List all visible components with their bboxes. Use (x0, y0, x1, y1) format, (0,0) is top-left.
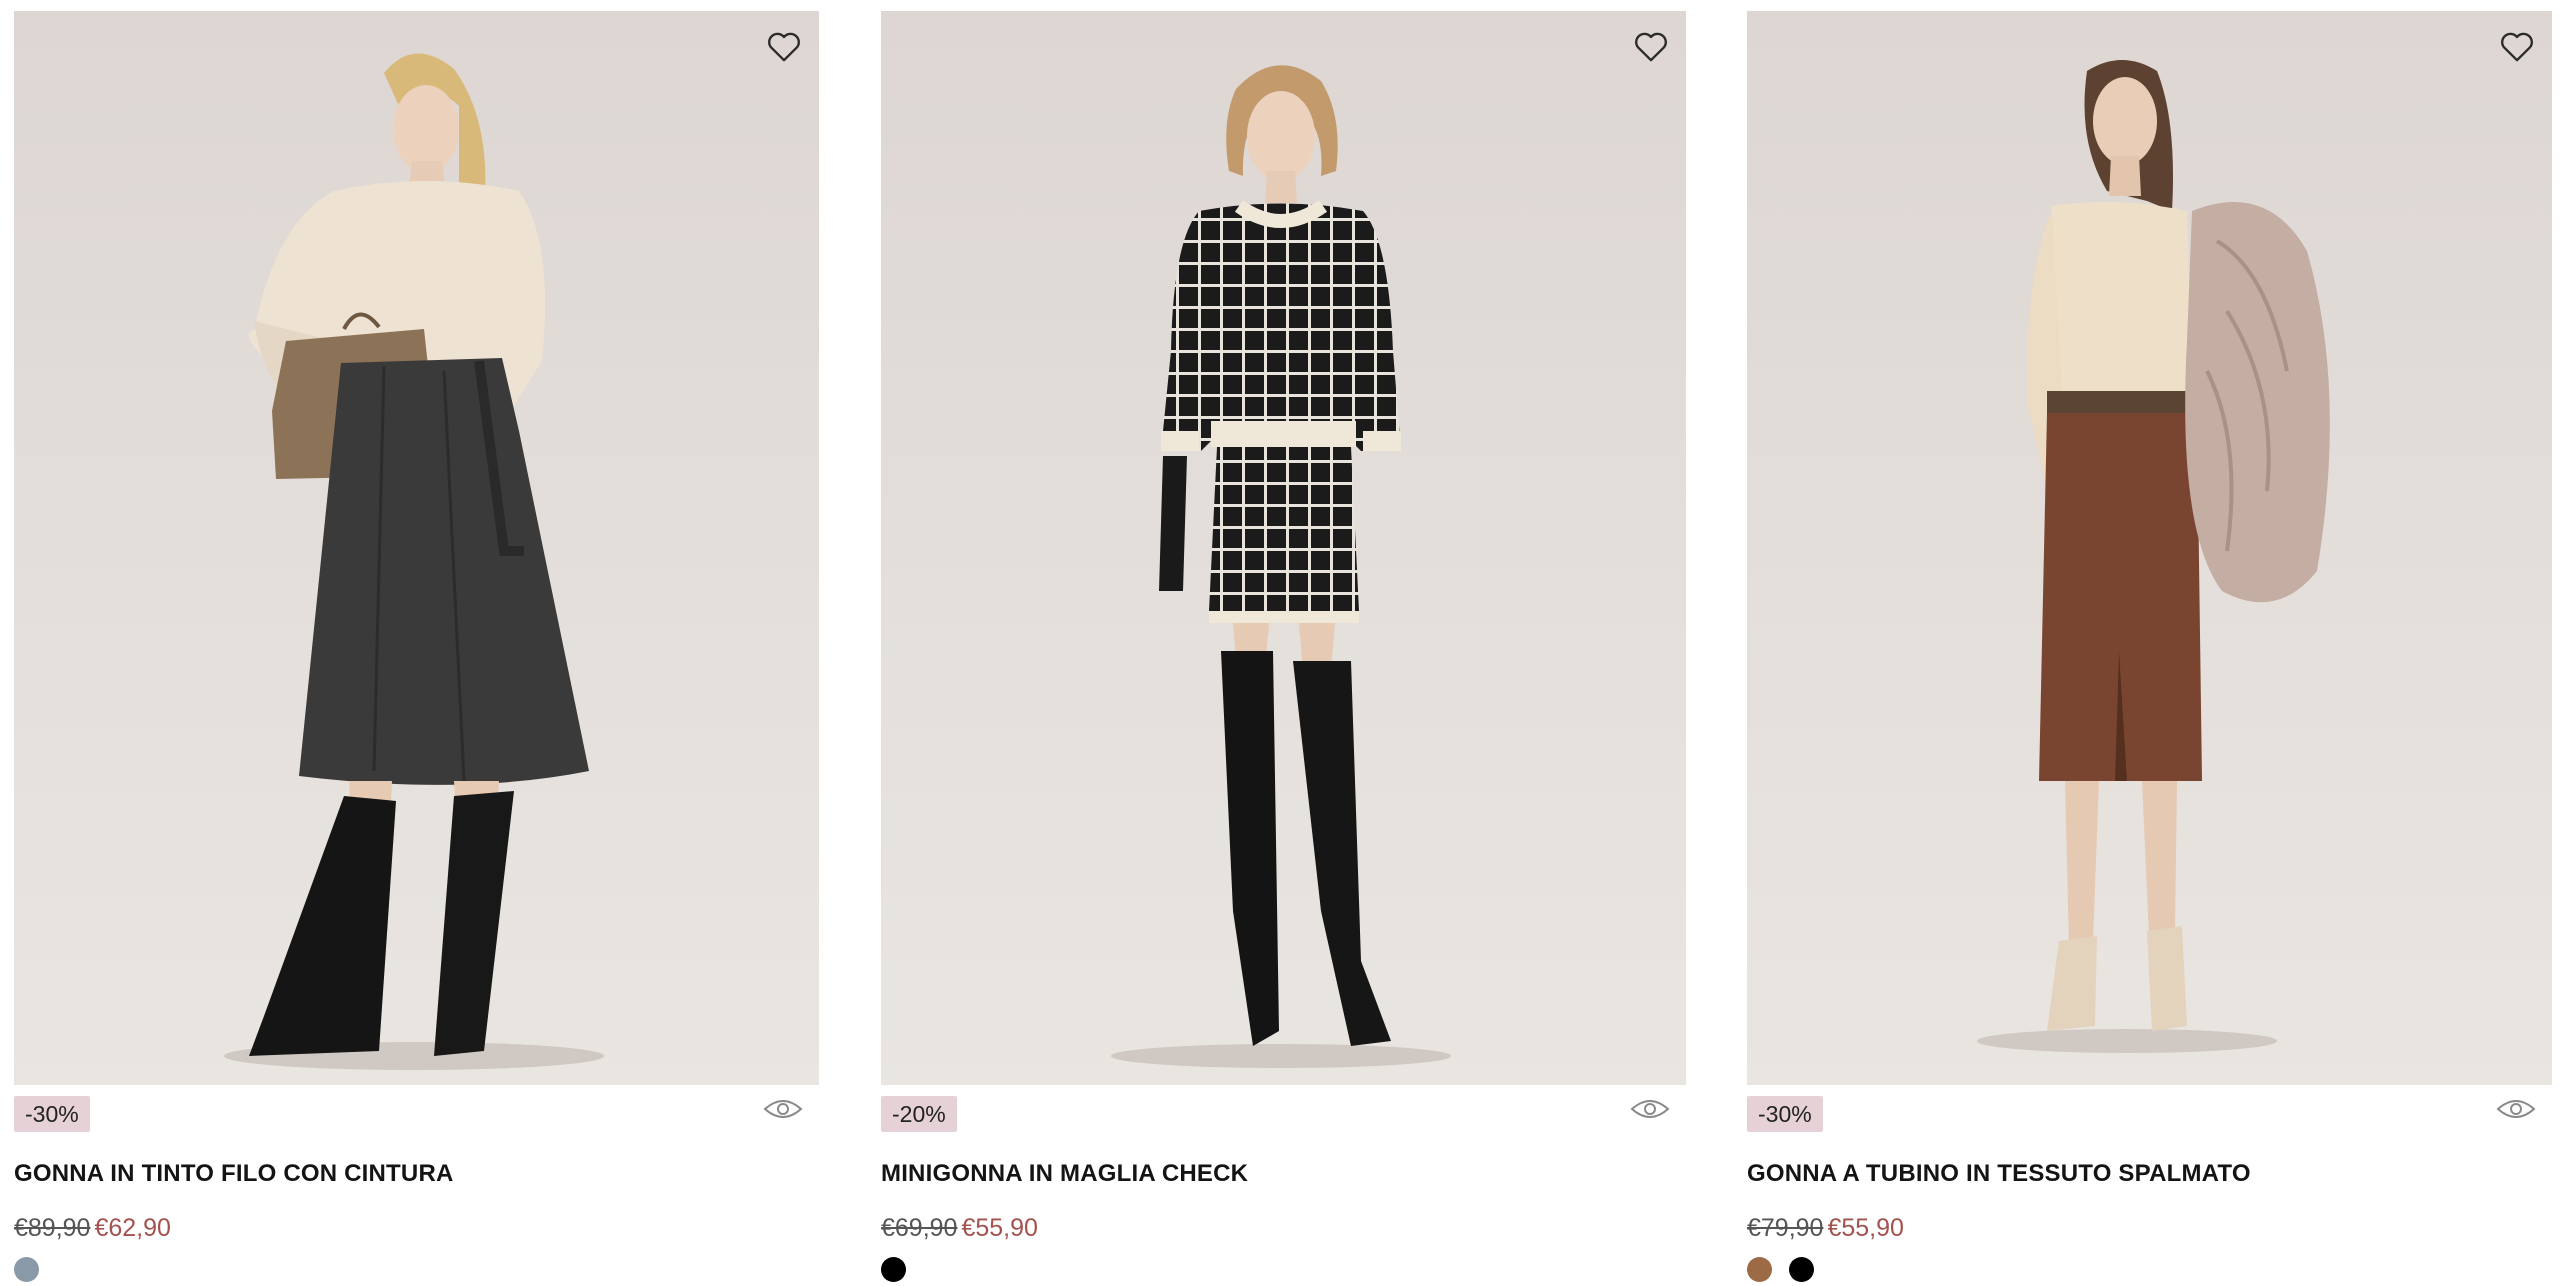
wishlist-heart-icon[interactable] (1628, 23, 1674, 69)
quick-view-eye-icon[interactable] (763, 1095, 803, 1123)
product-grid: -30% GONNA IN TINTO FILO CON CINTURA €89… (0, 0, 2560, 1286)
old-price: €89,90 (14, 1214, 91, 1242)
heart-icon (1635, 32, 1667, 62)
product-image[interactable] (881, 11, 1686, 1085)
wishlist-heart-icon[interactable] (2494, 23, 2540, 69)
product-meta: -30% (14, 1085, 819, 1145)
eye-icon (2496, 1100, 2536, 1118)
discount-badge: -30% (1747, 1096, 1823, 1132)
sale-price: €55,90 (1827, 1214, 1904, 1242)
product-image[interactable] (1747, 11, 2552, 1085)
product-meta: -30% (1747, 1085, 2552, 1145)
color-swatch[interactable] (881, 1257, 906, 1282)
model-figure (1977, 60, 2330, 1053)
color-swatch[interactable] (1789, 1257, 1814, 1282)
product-card[interactable]: -30% GONNA IN TINTO FILO CON CINTURA €89… (14, 11, 819, 1282)
color-swatches (881, 1257, 1686, 1282)
product-meta: -20% (881, 1085, 1686, 1145)
discount-badge: -20% (881, 1096, 957, 1132)
product-image[interactable] (14, 11, 819, 1085)
color-swatches (14, 1257, 819, 1282)
product-price: €69,90 €55,90 (881, 1211, 1686, 1245)
discount-badge: -30% (14, 1096, 90, 1132)
color-swatch[interactable] (14, 1257, 39, 1282)
product-title[interactable]: GONNA A TUBINO IN TESSUTO SPALMATO (1747, 1157, 2552, 1191)
product-price: €89,90 €62,90 (14, 1211, 819, 1245)
product-price: €79,90 €55,90 (1747, 1211, 2552, 1245)
heart-icon (768, 32, 800, 62)
heart-icon (2501, 32, 2533, 62)
eye-icon (763, 1100, 803, 1118)
eye-icon (1630, 1100, 1670, 1118)
sale-price: €62,90 (94, 1214, 171, 1242)
product-card[interactable]: -30% GONNA A TUBINO IN TESSUTO SPALMATO … (1747, 11, 2552, 1282)
color-swatches (1747, 1257, 2552, 1282)
color-swatch[interactable] (1747, 1257, 1772, 1282)
product-title[interactable]: GONNA IN TINTO FILO CON CINTURA (14, 1157, 819, 1191)
model-figure (224, 53, 604, 1070)
quick-view-eye-icon[interactable] (2496, 1095, 2536, 1123)
quick-view-eye-icon[interactable] (1630, 1095, 1670, 1123)
product-title[interactable]: MINIGONNA IN MAGLIA CHECK (881, 1157, 1686, 1191)
product-card[interactable]: -20% MINIGONNA IN MAGLIA CHECK €69,90 €55… (881, 11, 1686, 1282)
old-price: €79,90 (1747, 1214, 1824, 1242)
model-figure (1111, 65, 1451, 1068)
old-price: €69,90 (881, 1214, 958, 1242)
sale-price: €55,90 (961, 1214, 1038, 1242)
wishlist-heart-icon[interactable] (761, 23, 807, 69)
